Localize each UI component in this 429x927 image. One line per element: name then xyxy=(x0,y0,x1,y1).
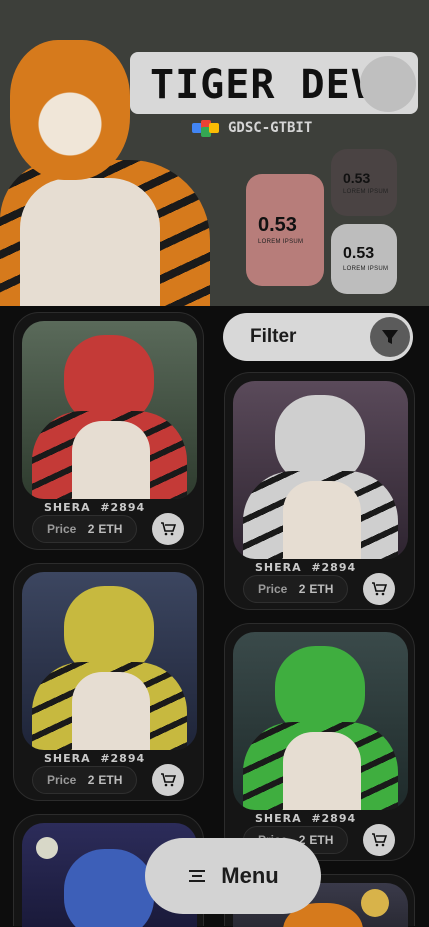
stat-value: 0.53 xyxy=(258,214,297,236)
add-to-cart-button[interactable] xyxy=(363,573,395,605)
add-to-cart-button[interactable] xyxy=(152,513,184,545)
gdsc-logo-icon xyxy=(192,120,220,137)
price-pill: Price 2ETH xyxy=(32,766,138,794)
nft-image xyxy=(233,632,408,810)
filter-icon xyxy=(382,330,398,344)
nft-image xyxy=(233,381,408,559)
nft-name: SHERA #2894 xyxy=(255,561,357,574)
hero-banner: TIGER DEV GDSC-GTBIT 0.53 LOREM IPSUM 0.… xyxy=(0,0,429,306)
cart-icon xyxy=(372,582,387,596)
nft-card[interactable]: SHERA #2894 Price 2ETH xyxy=(224,623,415,861)
price-pill: Price 2ETH xyxy=(243,575,349,603)
stat-label: LOREM IPSUM xyxy=(343,266,389,272)
filter-button[interactable] xyxy=(370,317,410,357)
cart-icon xyxy=(161,522,176,536)
nft-card[interactable]: SHERA #2894 Price 2ETH xyxy=(224,372,415,610)
add-to-cart-button[interactable] xyxy=(152,764,184,796)
menu-icon xyxy=(189,870,206,882)
nft-image xyxy=(22,572,197,750)
nft-name: SHERA #2894 xyxy=(44,501,146,514)
tiger-mascot-chest xyxy=(20,178,160,306)
org-name: GDSC-GTBIT xyxy=(228,120,313,136)
menu-button[interactable]: Menu xyxy=(145,838,321,914)
nft-image xyxy=(22,321,197,499)
menu-label: Menu xyxy=(221,863,279,888)
stat-card-top: 0.53 LOREM IPSUM xyxy=(331,149,397,216)
tiger-mascot-head xyxy=(10,40,130,180)
org-credit: GDSC-GTBIT xyxy=(192,118,312,138)
nft-card[interactable]: SHERA #2894 Price 2ETH xyxy=(13,563,204,801)
nft-name: SHERA #2894 xyxy=(255,812,357,825)
nft-name: SHERA #2894 xyxy=(44,752,146,765)
stat-card-bottom: 0.53 LOREM IPSUM xyxy=(331,224,397,294)
filter-label: Filter xyxy=(250,326,297,347)
cart-icon xyxy=(372,833,387,847)
add-to-cart-button[interactable] xyxy=(363,824,395,856)
tiger-logo-icon xyxy=(360,56,416,112)
stat-label: LOREM IPSUM xyxy=(343,188,389,195)
app-title: TIGER DEV xyxy=(150,62,376,108)
stat-value: 0.53 xyxy=(343,169,371,186)
price-pill: Price 2ETH xyxy=(32,515,138,543)
stat-label: LOREM IPSUM xyxy=(258,239,304,245)
nft-card[interactable]: SHERA #2894 Price 2ETH xyxy=(13,312,204,550)
stat-value: 0.53 xyxy=(343,245,375,262)
stat-card-main: 0.53 LOREM IPSUM xyxy=(246,174,324,286)
cart-icon xyxy=(161,773,176,787)
